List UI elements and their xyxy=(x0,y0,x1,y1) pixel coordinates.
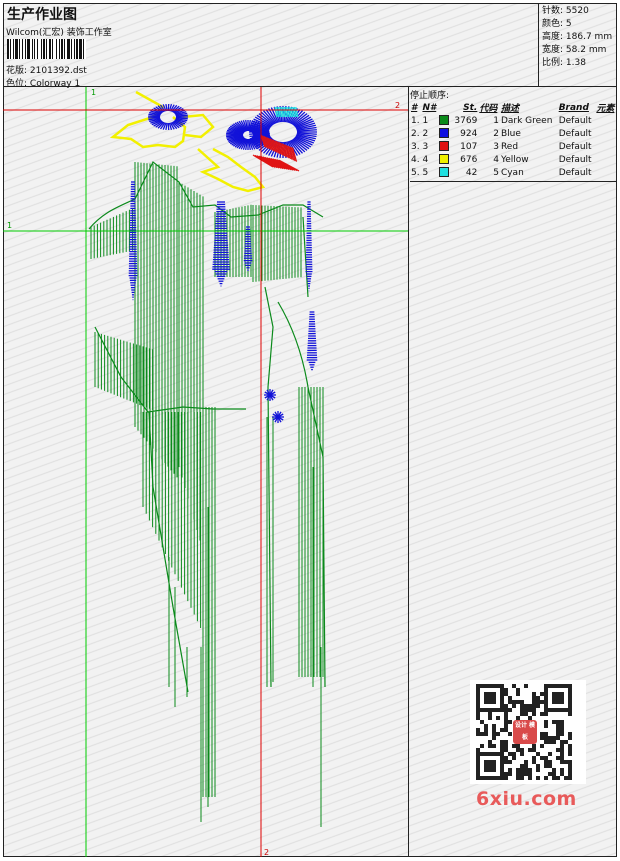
design-file: 2101392.dst xyxy=(29,66,87,76)
embroidery-design: 1 1 2 2 xyxy=(3,87,408,857)
color-swatch xyxy=(439,141,450,152)
col-description: 描述 xyxy=(500,104,519,114)
embroidery-canvas: 1 1 2 2 xyxy=(3,87,409,857)
col-stitches: St. xyxy=(463,102,478,113)
studio-name: Wilcom(汇宏) 装饰工作室 xyxy=(6,28,112,38)
stat-scale: 比例: 1.38 xyxy=(542,58,586,68)
col-code: 代码 xyxy=(479,104,498,114)
sheet-header: 生产作业图 Wilcom(汇宏) 装饰工作室 花版: 2101392.dst 色… xyxy=(3,3,539,89)
red-v-guide-label: 2 xyxy=(264,848,269,857)
col-element: 元素 xyxy=(596,104,615,114)
design-stats: 针数: 5520 颜色: 5 高度: 186.7 mm 宽度: 58.2 mm … xyxy=(539,3,617,87)
color-swatch xyxy=(439,154,450,165)
stat-colors: 颜色: 5 xyxy=(542,19,572,29)
sheet-title: 生产作业图 xyxy=(7,7,77,23)
design-file-line: 花版: 2101392.dst xyxy=(6,63,87,76)
color-swatch xyxy=(439,128,450,139)
qr-logo-badge: 设计 模板 xyxy=(513,720,537,744)
col-needle: N# xyxy=(422,102,437,113)
stop-sequence-heading: 停止顺序: xyxy=(410,91,450,101)
stat-width: 宽度: 58.2 mm xyxy=(542,45,607,55)
red-h-guide-label: 2 xyxy=(395,101,400,110)
green-h-guide-label: 1 xyxy=(7,221,12,230)
stop-table-header: # N# St. 代码 描述 Brand 元素 xyxy=(410,101,617,115)
qr-code: 设计 模板 xyxy=(470,680,586,784)
stat-stitches: 针数: 5520 xyxy=(542,6,589,16)
green-outlines xyxy=(88,161,326,693)
col-index: # xyxy=(411,102,418,113)
table-row: 2. 2 924 2 Blue Default xyxy=(411,128,592,139)
table-row: 4. 4 676 4 Yellow Default xyxy=(411,154,592,165)
color-swatch xyxy=(439,115,450,126)
table-row: 1. 1 3769 1 Dark Green Default xyxy=(411,115,592,126)
design-label: 花版: xyxy=(6,66,28,76)
table-row: 3. 3 107 3 Red Default xyxy=(411,141,592,152)
table-row: 5. 5 42 5 Cyan Default xyxy=(411,167,592,178)
green-v-guide-label: 1 xyxy=(91,88,96,97)
watermark-logo: 6xiu.com xyxy=(476,788,577,810)
green-stitches xyxy=(90,162,324,827)
barcode xyxy=(7,39,139,59)
col-brand: Brand xyxy=(558,102,589,113)
col-swatch xyxy=(438,101,451,114)
stat-height: 高度: 186.7 mm xyxy=(542,32,613,42)
color-swatch xyxy=(439,167,450,178)
